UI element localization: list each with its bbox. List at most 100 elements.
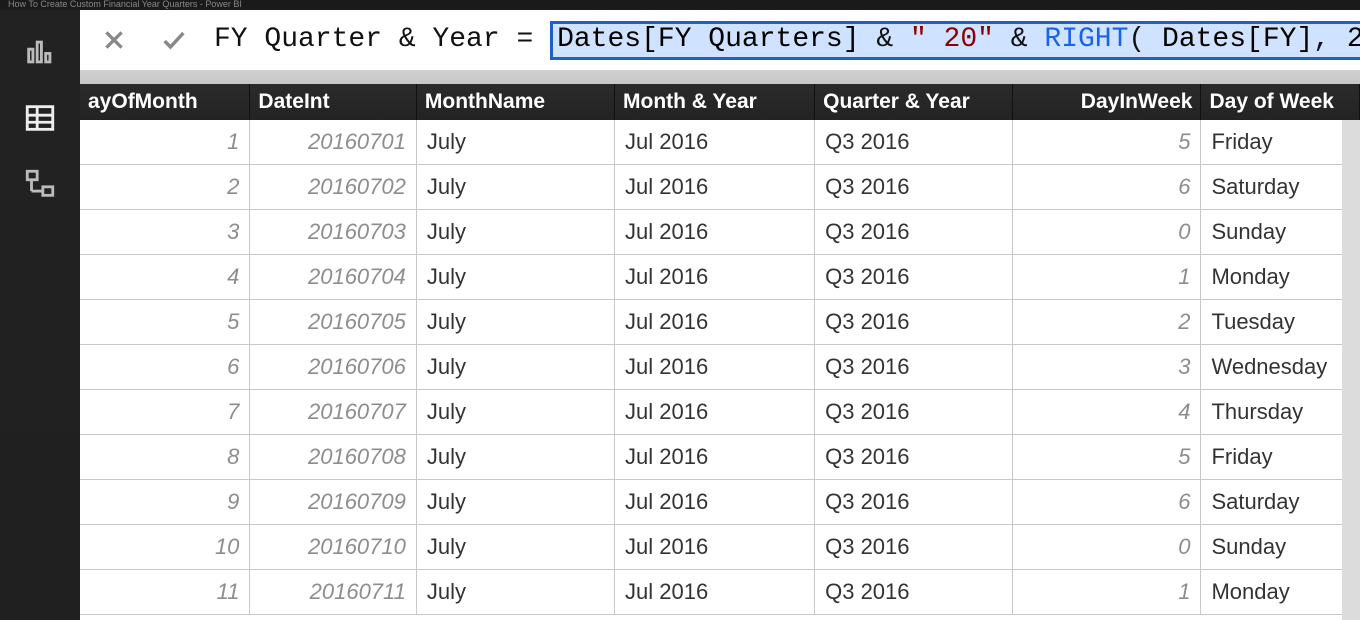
cell-quarteryear: Q3 2016 [815, 300, 1013, 344]
cell-quarteryear: Q3 2016 [815, 165, 1013, 209]
vertical-scrollbar[interactable] [1342, 120, 1360, 620]
cell-monthyear: Jul 2016 [615, 570, 815, 614]
cell-monthname: July [417, 165, 615, 209]
cell-monthname: July [417, 255, 615, 299]
cell-dayinweek: 0 [1013, 210, 1201, 254]
table-row[interactable]: 120160701JulyJul 2016Q3 20165Friday [80, 120, 1360, 165]
cell-quarteryear: Q3 2016 [815, 435, 1013, 479]
table-row[interactable]: 720160707JulyJul 2016Q3 20164Thursday [80, 390, 1360, 435]
table-header: ayOfMonth DateInt MonthName Month & Year… [80, 84, 1360, 120]
cell-dayinweek: 4 [1013, 390, 1201, 434]
table-row[interactable]: 1120160711JulyJul 2016Q3 20161Monday [80, 570, 1360, 615]
formula-highlight-box: Dates[FY Quarters] & " 20" & RIGHT( Date… [550, 21, 1360, 60]
cell-monthyear: Jul 2016 [615, 255, 815, 299]
col-header-dateint[interactable]: DateInt [250, 84, 416, 120]
cell-dayofmonth: 7 [80, 390, 250, 434]
cell-dayinweek: 0 [1013, 525, 1201, 569]
table-row[interactable]: 220160702JulyJul 2016Q3 20166Saturday [80, 165, 1360, 210]
formula-text[interactable]: FY Quarter & Year = Dates[FY Quarters] &… [214, 21, 1360, 60]
cell-quarteryear: Q3 2016 [815, 525, 1013, 569]
cell-monthyear: Jul 2016 [615, 525, 815, 569]
cell-dateint: 20160707 [250, 390, 416, 434]
data-view-icon[interactable] [18, 96, 62, 140]
cell-dayofmonth: 1 [80, 120, 250, 164]
cell-quarteryear: Q3 2016 [815, 120, 1013, 164]
cell-monthname: July [417, 435, 615, 479]
window-titlebar: How To Create Custom Financial Year Quar… [0, 0, 1360, 10]
cell-dayinweek: 5 [1013, 435, 1201, 479]
cell-dateint: 20160705 [250, 300, 416, 344]
cell-quarteryear: Q3 2016 [815, 255, 1013, 299]
col-header-monthname[interactable]: MonthName [417, 84, 615, 120]
formula-measure-name: FY Quarter & Year [214, 24, 500, 55]
window-title: How To Create Custom Financial Year Quar… [8, 0, 242, 9]
cell-dayofmonth: 10 [80, 525, 250, 569]
cell-dateint: 20160708 [250, 435, 416, 479]
table-row[interactable]: 320160703JulyJul 2016Q3 20160Sunday [80, 210, 1360, 255]
model-view-icon[interactable] [18, 162, 62, 206]
cell-dayofweek: Monday [1201, 570, 1360, 614]
table-row[interactable]: 1020160710JulyJul 2016Q3 20160Sunday [80, 525, 1360, 570]
cell-dayofmonth: 8 [80, 435, 250, 479]
cell-dateint: 20160709 [250, 480, 416, 524]
cell-dateint: 20160704 [250, 255, 416, 299]
table-row[interactable]: 420160704JulyJul 2016Q3 20161Monday [80, 255, 1360, 300]
cell-dateint: 20160710 [250, 525, 416, 569]
table-row[interactable]: 920160709JulyJul 2016Q3 20166Saturday [80, 480, 1360, 525]
cell-dateint: 20160703 [250, 210, 416, 254]
table-row[interactable]: 620160706JulyJul 2016Q3 20163Wednesday [80, 345, 1360, 390]
cell-monthyear: Jul 2016 [615, 345, 815, 389]
formula-bar-divider [80, 70, 1360, 84]
cell-dayinweek: 5 [1013, 120, 1201, 164]
cell-dayofweek: Wednesday [1201, 345, 1360, 389]
cell-quarteryear: Q3 2016 [815, 210, 1013, 254]
cell-monthname: July [417, 480, 615, 524]
cell-dayofweek: Sunday [1201, 525, 1360, 569]
formula-bar[interactable]: FY Quarter & Year = Dates[FY Quarters] &… [80, 10, 1360, 70]
commit-formula-button[interactable] [154, 20, 194, 60]
col-header-dayofmonth[interactable]: ayOfMonth [80, 84, 250, 120]
cell-monthname: July [417, 210, 615, 254]
cell-dayofweek: Tuesday [1201, 300, 1360, 344]
cell-dayofweek: Monday [1201, 255, 1360, 299]
cell-monthyear: Jul 2016 [615, 390, 815, 434]
cell-dateint: 20160711 [250, 570, 416, 614]
cell-monthname: July [417, 120, 615, 164]
cell-dayofmonth: 5 [80, 300, 250, 344]
views-sidebar [0, 10, 80, 620]
cell-dateint: 20160706 [250, 345, 416, 389]
cell-dayofmonth: 6 [80, 345, 250, 389]
cell-quarteryear: Q3 2016 [815, 390, 1013, 434]
cell-monthname: July [417, 300, 615, 344]
cell-dayofweek: Thursday [1201, 390, 1360, 434]
cell-dayofweek: Sunday [1201, 210, 1360, 254]
cell-monthyear: Jul 2016 [615, 480, 815, 524]
cell-dayinweek: 3 [1013, 345, 1201, 389]
cell-quarteryear: Q3 2016 [815, 570, 1013, 614]
cell-monthyear: Jul 2016 [615, 210, 815, 254]
cell-monthyear: Jul 2016 [615, 165, 815, 209]
cancel-formula-button[interactable] [94, 20, 134, 60]
cell-dateint: 20160701 [250, 120, 416, 164]
cell-dayofmonth: 9 [80, 480, 250, 524]
cell-dayinweek: 2 [1013, 300, 1201, 344]
table-row[interactable]: 520160705JulyJul 2016Q3 20162Tuesday [80, 300, 1360, 345]
cell-dayinweek: 6 [1013, 165, 1201, 209]
cell-dayinweek: 1 [1013, 255, 1201, 299]
cell-quarteryear: Q3 2016 [815, 345, 1013, 389]
cell-dayofweek: Friday [1201, 435, 1360, 479]
col-header-quarteryear[interactable]: Quarter & Year [815, 84, 1013, 120]
cell-monthyear: Jul 2016 [615, 435, 815, 479]
cell-dayofweek: Saturday [1201, 165, 1360, 209]
table-row[interactable]: 820160708JulyJul 2016Q3 20165Friday [80, 435, 1360, 480]
col-header-dayinweek[interactable]: DayInWeek [1013, 84, 1201, 120]
cell-dateint: 20160702 [250, 165, 416, 209]
col-header-dayofweek[interactable]: Day of Week [1201, 84, 1360, 120]
col-header-monthyear[interactable]: Month & Year [615, 84, 815, 120]
report-view-icon[interactable] [18, 30, 62, 74]
cell-dayofmonth: 3 [80, 210, 250, 254]
cell-monthname: July [417, 345, 615, 389]
cell-dayofweek: Friday [1201, 120, 1360, 164]
cell-dayofmonth: 2 [80, 165, 250, 209]
cell-monthname: July [417, 525, 615, 569]
